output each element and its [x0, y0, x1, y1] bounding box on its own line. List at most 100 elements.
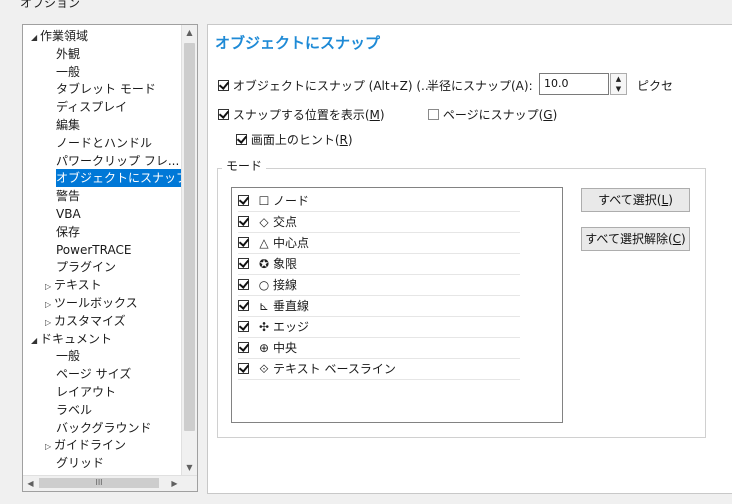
- tree-item[interactable]: ページ サイズ: [56, 365, 131, 383]
- scroll-left-icon[interactable]: ◀: [23, 476, 38, 491]
- tree-item[interactable]: タブレット モード: [56, 80, 156, 98]
- mode-label: ノード: [273, 194, 310, 208]
- tree-item-label: ディスプレイ: [56, 100, 128, 115]
- tree-item-label: バックグラウンド: [56, 420, 152, 435]
- expand-arrow-icon[interactable]: ▷: [45, 438, 54, 456]
- show-snap-position-key: M: [369, 108, 380, 122]
- tree-item[interactable]: 一般: [56, 347, 80, 365]
- mode-row[interactable]: △ 中心点: [238, 233, 520, 254]
- mode-label: 中央: [273, 341, 298, 355]
- mode-label: 交点: [273, 215, 298, 229]
- tree-item[interactable]: ◢ ドキュメント: [31, 330, 112, 348]
- mode-label: テキスト ベースライン: [273, 362, 396, 376]
- deselect-all-label: すべて選択解除(: [585, 232, 673, 246]
- tree-item[interactable]: ノードとハンドル: [56, 134, 152, 152]
- tree-item-label: カスタマイズ: [54, 313, 126, 328]
- mode-row[interactable]: ○ 接線: [238, 275, 520, 296]
- spin-down-icon[interactable]: ▼: [611, 84, 626, 94]
- tree-item[interactable]: PowerTRACE: [56, 241, 131, 259]
- tree-item-label: PowerTRACE: [56, 242, 132, 257]
- mode-symbol-icon: △: [259, 236, 269, 250]
- tree-item[interactable]: ▷ ツールボックス: [45, 294, 138, 312]
- tree-item[interactable]: 保存: [56, 223, 80, 241]
- mode-row[interactable]: ⊕ 中央: [238, 338, 520, 359]
- mode-row[interactable]: ◇ 交点: [238, 212, 520, 233]
- tree-item[interactable]: オブジェクトにスナップ: [56, 169, 183, 188]
- mode-row[interactable]: ✣ エッジ: [238, 317, 520, 338]
- mode-checkbox[interactable]: [238, 237, 249, 248]
- tree-item[interactable]: グリッド: [56, 454, 104, 472]
- mode-symbol-icon: ⊾: [258, 299, 270, 313]
- mode-checkbox[interactable]: [238, 279, 249, 290]
- select-all-button[interactable]: すべて選択(L): [581, 188, 690, 212]
- snap-to-page-label: ページにスナップ(: [442, 108, 544, 122]
- vertical-scroll-thumb[interactable]: [184, 43, 195, 431]
- screen-hints-check[interactable]: [236, 134, 247, 145]
- collapse-arrow-icon[interactable]: ◢: [31, 332, 40, 350]
- horizontal-scroll-thumb[interactable]: III: [39, 478, 159, 488]
- mode-label: 接線: [273, 278, 298, 292]
- tree-item-label: 保存: [56, 224, 81, 239]
- tree-item[interactable]: 編集: [56, 116, 80, 134]
- snap-radius-input[interactable]: 10.0: [539, 73, 609, 95]
- tree-item[interactable]: レイアウト: [56, 383, 116, 401]
- tree-item[interactable]: 警告: [56, 187, 80, 205]
- snap-to-page-checkbox[interactable]: ページにスナップ(G): [428, 106, 557, 123]
- show-snap-position-check[interactable]: [218, 109, 229, 120]
- mode-checkbox[interactable]: [238, 342, 249, 353]
- mode-row[interactable]: ⟐ テキスト ベースライン: [238, 359, 520, 380]
- tree-item[interactable]: ラベル: [56, 401, 92, 419]
- screen-hints-checkbox[interactable]: 画面上のヒント(R): [236, 131, 353, 148]
- mode-symbol-icon: ☐: [258, 194, 270, 208]
- scroll-down-icon[interactable]: ▼: [182, 460, 197, 476]
- snap-to-objects-check[interactable]: [218, 80, 229, 91]
- tree-item-label: 一般: [56, 64, 81, 79]
- mode-checkbox[interactable]: [238, 300, 249, 311]
- scroll-right-icon[interactable]: ▶: [167, 476, 182, 491]
- tree-item[interactable]: ▷ カスタマイズ: [45, 312, 126, 330]
- tree-item-label: ラベル: [56, 402, 93, 417]
- tree-item[interactable]: プラグイン: [56, 258, 116, 276]
- mode-label: 垂直線: [273, 299, 310, 313]
- tree-horizontal-scrollbar[interactable]: ◀ III ▶: [23, 475, 197, 491]
- mode-row[interactable]: ⊾ 垂直線: [238, 296, 520, 317]
- tree-item[interactable]: VBA: [56, 205, 81, 223]
- mode-checkbox[interactable]: [238, 321, 249, 332]
- options-tree: ◢ 作業領域 外観 一般 タブレット モード ディスプレイ 編集 ノードとハンドル パワークリッ…: [22, 24, 198, 492]
- deselect-all-button[interactable]: すべて選択解除(C): [581, 227, 690, 251]
- tree-item[interactable]: ディスプレイ: [56, 98, 127, 116]
- tree-item[interactable]: パワークリップ フレ...: [56, 152, 179, 170]
- tree-item-label: 作業領域: [40, 29, 89, 43]
- mode-symbol-icon: ⊕: [258, 341, 270, 355]
- tree-item-label: ページ サイズ: [56, 367, 132, 382]
- mode-checkbox[interactable]: [238, 216, 249, 227]
- tree-item[interactable]: ◢ 作業領域: [31, 27, 88, 45]
- tree-item[interactable]: ▷ ガイドライン: [45, 436, 126, 454]
- collapse-arrow-icon[interactable]: ◢: [31, 29, 40, 47]
- tree-item-label: レイアウト: [56, 385, 117, 399]
- tree-item[interactable]: 一般: [56, 63, 80, 81]
- deselect-all-key: C: [672, 232, 682, 246]
- tree-vertical-scrollbar[interactable]: ▲ ▼: [181, 25, 197, 476]
- snap-to-objects-checkbox[interactable]: オブジェクトにスナップ (Alt+Z) (...: [218, 77, 432, 94]
- mode-symbol-icon: ○: [258, 278, 270, 292]
- tree-item-label: テキスト: [54, 278, 102, 293]
- mode-checkbox[interactable]: [238, 195, 249, 206]
- spin-up-icon[interactable]: ▲: [611, 74, 626, 84]
- tree-item-label: オブジェクトにスナップ: [56, 171, 183, 186]
- snap-to-page-check[interactable]: [428, 109, 439, 120]
- mode-label: エッジ: [273, 320, 310, 334]
- mode-symbol-icon: ✪: [258, 257, 270, 271]
- show-snap-position-checkbox[interactable]: スナップする位置を表示(M): [218, 106, 385, 123]
- page-title: オブジェクトにスナップ: [215, 34, 381, 52]
- tree-item-label: タブレット モード: [56, 82, 156, 97]
- tree-item[interactable]: バックグラウンド: [56, 419, 152, 437]
- snap-radius-spinner[interactable]: ▲ ▼: [610, 73, 627, 95]
- tree-item[interactable]: 外観: [56, 45, 80, 63]
- mode-checkbox[interactable]: [238, 363, 249, 374]
- mode-checkbox[interactable]: [238, 258, 249, 269]
- tree-item[interactable]: ▷ テキスト: [45, 276, 102, 294]
- mode-row[interactable]: ☐ ノード: [238, 191, 520, 212]
- scroll-up-icon[interactable]: ▲: [182, 25, 197, 41]
- mode-row[interactable]: ✪ 象限: [238, 254, 520, 275]
